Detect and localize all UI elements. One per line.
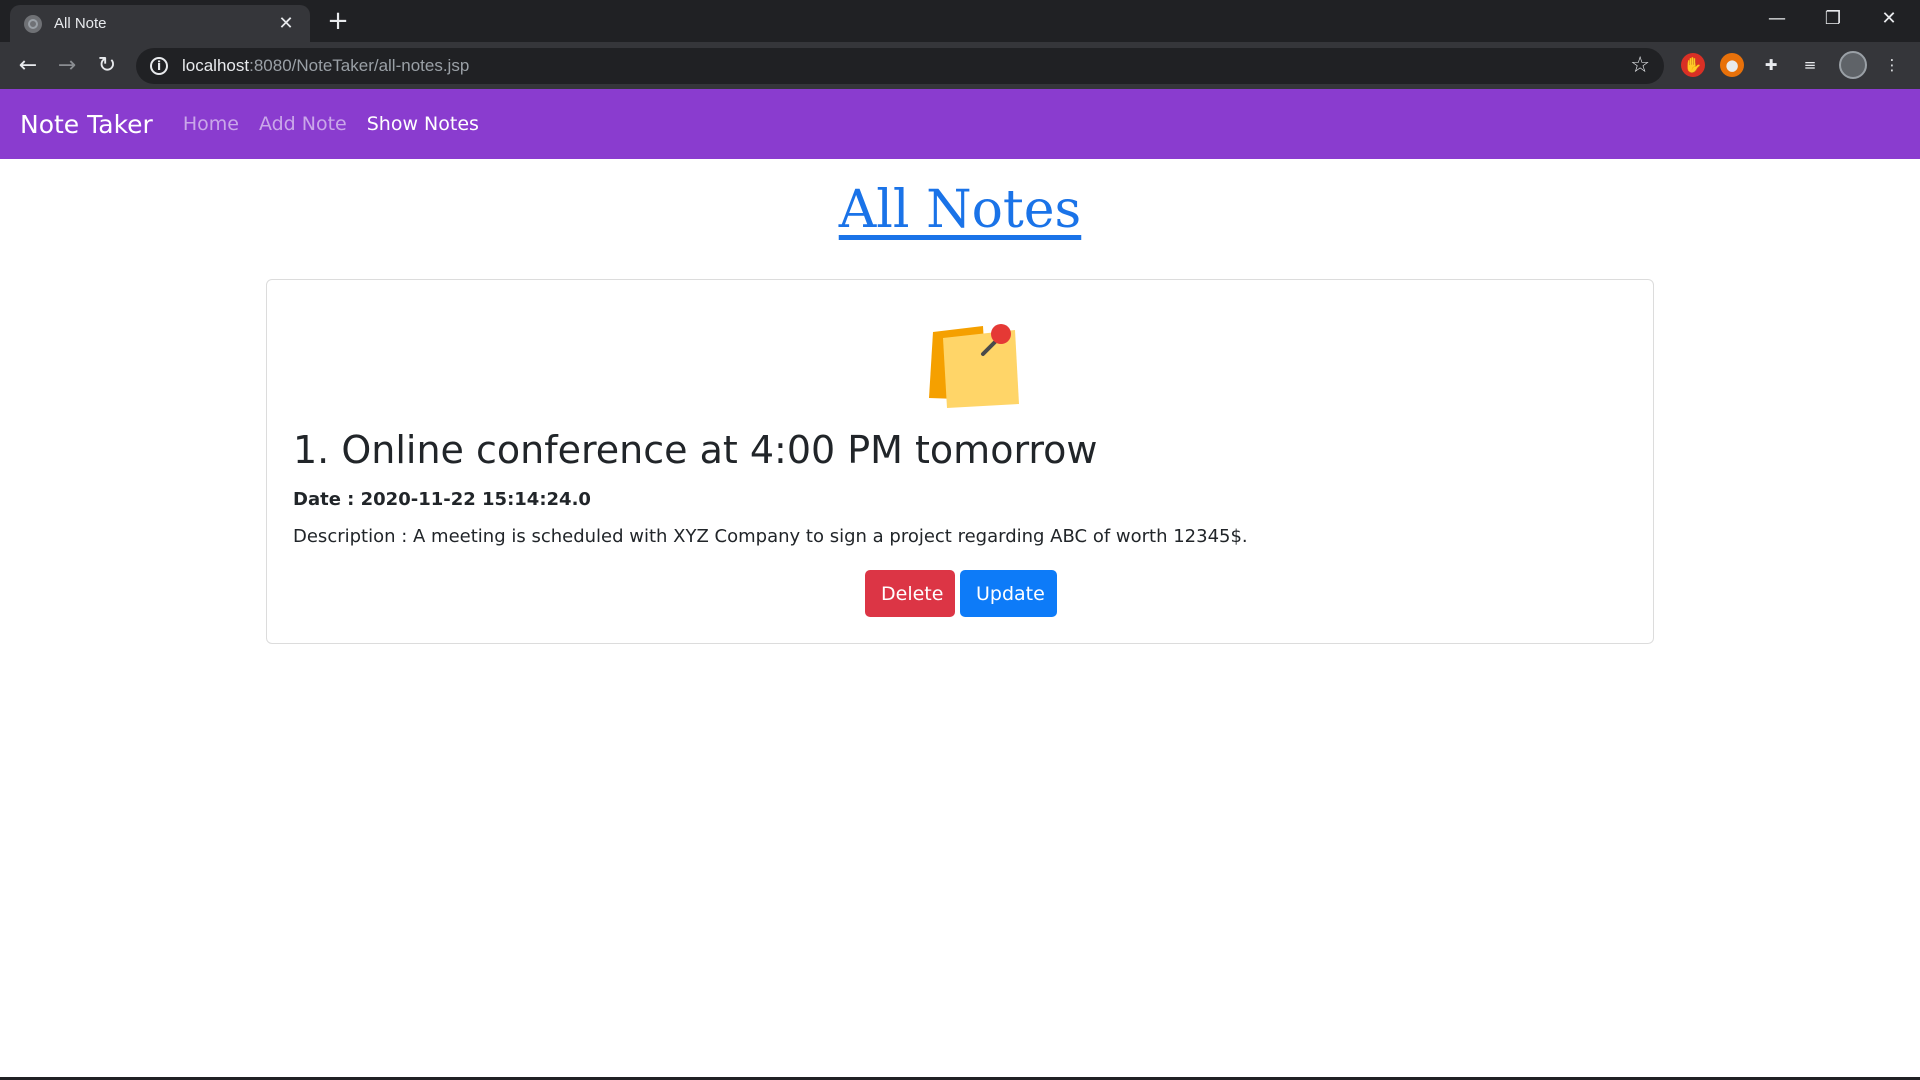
minimize-icon[interactable]: — xyxy=(1754,4,1800,34)
url-text[interactable]: localhost:8080/NoteTaker/all-notes.jsp xyxy=(182,56,469,76)
extensions-puzzle-icon[interactable]: ✚ xyxy=(1759,53,1783,77)
page-title[interactable]: All Notes xyxy=(0,180,1920,240)
brand-link[interactable]: Note Taker xyxy=(20,110,153,139)
extension-flame-icon[interactable]: ● xyxy=(1720,53,1744,77)
back-icon[interactable]: ← xyxy=(12,50,44,82)
globe-icon xyxy=(24,14,42,33)
media-queue-icon[interactable]: ≡ xyxy=(1798,53,1822,77)
update-button[interactable]: Update xyxy=(960,570,1057,617)
browser-menu-icon[interactable]: ⋮ xyxy=(1880,53,1904,77)
note-card: 1. Online conference at 4:00 PM tomorrow… xyxy=(266,279,1654,644)
extension-hand-icon[interactable]: ✋ xyxy=(1681,53,1705,77)
sticky-note-icon xyxy=(929,324,1019,408)
note-date: Date : 2020-11-22 15:14:24.0 xyxy=(293,489,591,510)
close-window-icon[interactable]: ✕ xyxy=(1866,4,1912,34)
note-description: Description : A meeting is scheduled wit… xyxy=(293,526,1248,547)
nav-link-add-note[interactable]: Add Note xyxy=(259,113,347,135)
browser-tab-strip: All Note ✕ + — ❐ ✕ xyxy=(0,0,1920,42)
bookmark-star-icon[interactable]: ☆ xyxy=(1630,53,1650,78)
note-title: 1. Online conference at 4:00 PM tomorrow xyxy=(293,428,1098,472)
new-tab-icon[interactable]: + xyxy=(325,8,351,34)
tab-title: All Note xyxy=(54,15,107,32)
url-host: localhost xyxy=(182,56,250,75)
profile-avatar[interactable] xyxy=(1839,51,1867,79)
forward-icon[interactable]: → xyxy=(51,50,83,82)
delete-button[interactable]: Delete xyxy=(865,570,955,617)
browser-toolbar: ← → ↻ i localhost:8080/NoteTaker/all-not… xyxy=(0,42,1920,89)
browser-tab[interactable]: All Note ✕ xyxy=(10,5,310,42)
info-icon[interactable]: i xyxy=(150,57,168,75)
address-bar[interactable]: i localhost:8080/NoteTaker/all-notes.jsp… xyxy=(136,48,1664,84)
url-path: :8080/NoteTaker/all-notes.jsp xyxy=(249,56,470,75)
close-tab-icon[interactable]: ✕ xyxy=(276,13,296,34)
restore-icon[interactable]: ❐ xyxy=(1810,4,1856,34)
nav-link-show-notes[interactable]: Show Notes xyxy=(367,113,479,135)
reload-icon[interactable]: ↻ xyxy=(91,50,123,82)
app-navbar: Note Taker Home Add Note Show Notes xyxy=(0,89,1920,159)
nav-link-home[interactable]: Home xyxy=(183,113,239,135)
